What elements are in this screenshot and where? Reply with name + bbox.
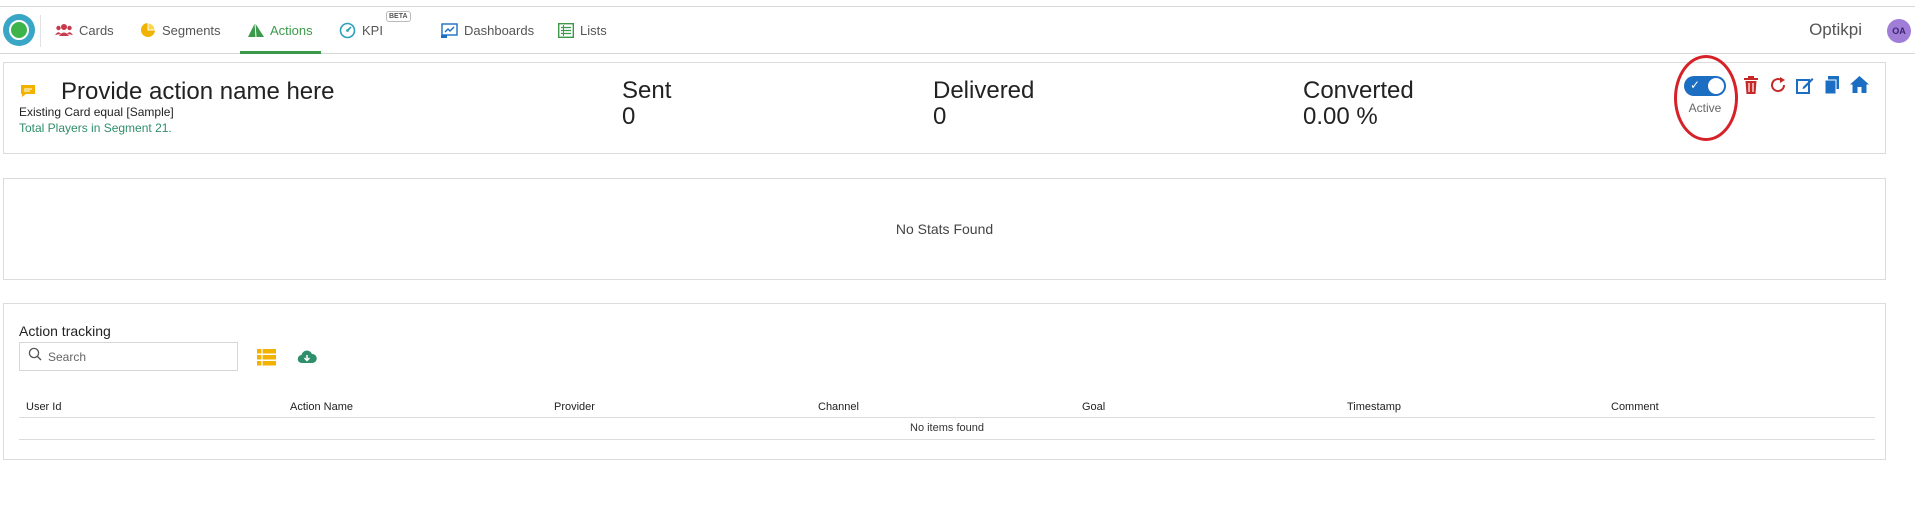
edit-button[interactable] (1795, 77, 1815, 97)
refresh-icon (1769, 76, 1787, 99)
beta-badge: BETA (386, 11, 411, 22)
table-view-icon[interactable] (257, 349, 277, 367)
search-input[interactable] (48, 349, 228, 364)
gauge-icon (339, 22, 356, 39)
stat-converted-label: Converted (1303, 77, 1414, 104)
brand-name: Optikpi (1809, 20, 1862, 39)
nav-item-cards[interactable]: Cards (55, 7, 114, 53)
column-header[interactable]: Channel (818, 401, 859, 413)
total-players-text: Total Players in Segment 21. (19, 121, 172, 135)
stat-converted-value: 0.00 % (1303, 103, 1378, 130)
active-toggle-group: ✓ Active (1681, 76, 1729, 115)
list-icon (558, 22, 574, 38)
nav-item-actions[interactable]: Actions (240, 7, 321, 54)
action-title: Provide action name here (61, 78, 335, 105)
stat-sent: Sent 0 (622, 78, 671, 130)
nav-label-cards: Cards (79, 22, 114, 38)
stat-sent-label: Sent (622, 77, 672, 104)
nav-label-lists: Lists (580, 22, 607, 38)
action-tracking-panel: Action tracking User Id Action Name Prov… (3, 303, 1886, 460)
chat-bubble-icon (20, 84, 35, 97)
nav-label-kpi: KPI (362, 22, 383, 38)
nav-label-dashboards: Dashboards (464, 22, 535, 38)
refresh-button[interactable] (1768, 76, 1788, 99)
delete-button[interactable] (1741, 75, 1761, 99)
check-icon: ✓ (1690, 78, 1701, 92)
search-box (19, 342, 238, 371)
empty-table-message: No items found (19, 418, 1875, 440)
stat-converted: Converted 0.00 % (1303, 78, 1414, 130)
stats-panel: No Stats Found (3, 178, 1886, 280)
home-button[interactable] (1849, 76, 1869, 98)
action-summary-panel: Provide action name here Existing Card e… (3, 55, 1886, 154)
stat-delivered-label: Delivered (933, 77, 1035, 104)
nav-divider (40, 15, 41, 47)
column-header[interactable]: Action Name (290, 401, 353, 413)
copy-icon (1824, 75, 1840, 99)
nav-item-segments[interactable]: Segments (140, 7, 221, 53)
copy-button[interactable] (1822, 75, 1842, 99)
trash-icon (1743, 75, 1759, 99)
nav-label-segments: Segments (162, 22, 221, 38)
nav-item-dashboards[interactable]: Dashboards (441, 7, 534, 53)
top-nav-bar: Cards Segments Actions KPI BETA Dashboar… (0, 6, 1915, 54)
paper-plane-icon (248, 23, 264, 37)
pie-chart-icon (140, 22, 156, 38)
column-header[interactable]: Goal (1082, 401, 1105, 413)
active-toggle-label: Active (1688, 101, 1722, 115)
nav-item-lists[interactable]: Lists (558, 7, 607, 53)
action-tracking-title: Action tracking (19, 323, 111, 339)
users-icon (55, 23, 73, 37)
active-toggle[interactable]: ✓ (1684, 76, 1726, 96)
search-icon (28, 347, 42, 366)
stat-sent-value: 0 (622, 103, 636, 130)
column-header[interactable]: Timestamp (1347, 401, 1401, 413)
column-header[interactable]: Provider (554, 401, 595, 413)
app-logo[interactable] (3, 14, 35, 46)
home-icon (1849, 76, 1869, 98)
action-condition: Existing Card equal [Sample] (19, 105, 174, 119)
dashboard-icon (441, 22, 458, 38)
nav-item-kpi[interactable]: KPI BETA (339, 7, 411, 53)
column-header[interactable]: User Id (26, 401, 61, 413)
cloud-download-icon[interactable] (297, 349, 317, 367)
column-header[interactable]: Comment (1611, 401, 1659, 413)
stat-delivered: Delivered 0 (933, 78, 1034, 130)
stat-delivered-value: 0 (933, 103, 947, 130)
tracking-table-header: User Id Action Name Provider Channel Goa… (19, 398, 1875, 418)
user-avatar[interactable]: OA (1887, 19, 1911, 43)
toggle-knob (1708, 78, 1724, 94)
edit-icon (1796, 76, 1814, 99)
no-stats-message: No Stats Found (895, 221, 994, 237)
nav-label-actions: Actions (270, 22, 313, 38)
